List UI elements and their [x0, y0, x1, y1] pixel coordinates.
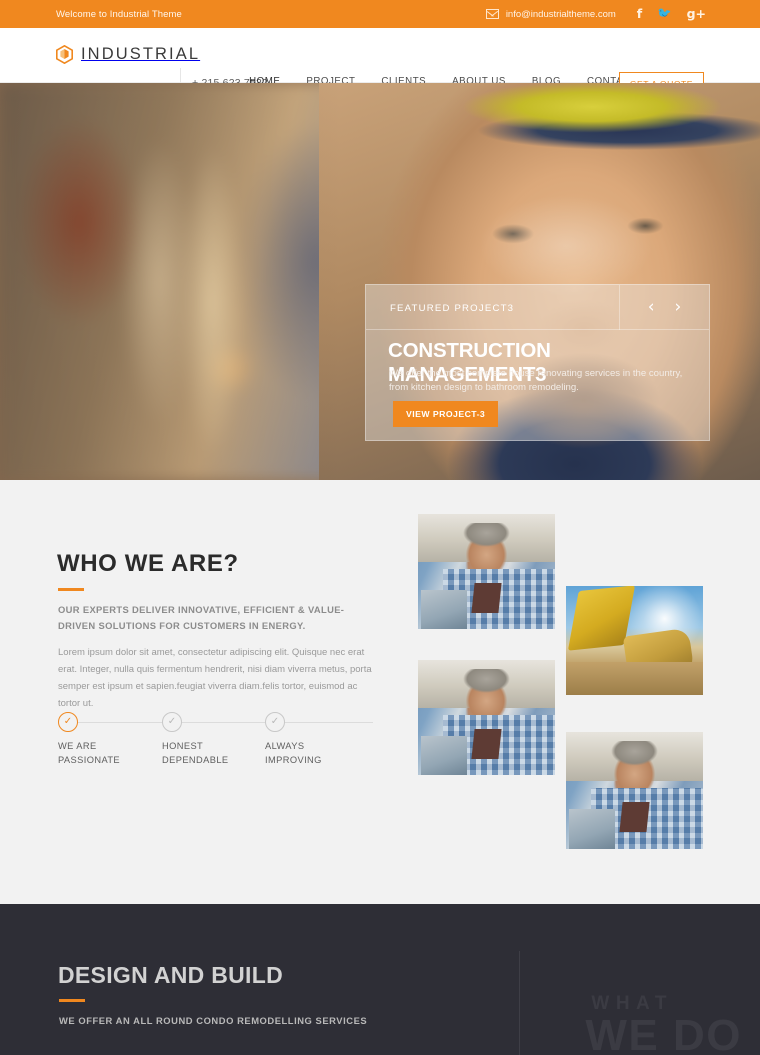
- welcome-text: Welcome to Industrial Theme: [56, 8, 182, 20]
- check-circle-icon: ✓: [265, 712, 285, 732]
- photo-gallery: [0, 480, 760, 904]
- hero-slider: FEATURED PROJECT3 ‹ › CONSTRUCTION MANAG…: [0, 83, 760, 480]
- gallery-photo[interactable]: [418, 514, 555, 629]
- next-arrow-icon[interactable]: ›: [675, 299, 682, 316]
- hero-slider-controls: ‹ ›: [619, 285, 709, 330]
- envelope-icon: [485, 9, 499, 19]
- twitter-icon[interactable]: 🐦: [657, 8, 671, 20]
- view-project-button[interactable]: VIEW PROJECT-3: [393, 401, 499, 427]
- social-links: f 🐦 g+: [637, 7, 706, 21]
- top-bar-right: info@industrialtheme.com f 🐦 g+: [485, 7, 706, 21]
- top-bar: Welcome to Industrial Theme info@industr…: [0, 0, 760, 28]
- check-circle-icon: ✓: [162, 712, 182, 732]
- who-we-are-section: WHO WE ARE? OUR EXPERTS DELIVER INNOVATI…: [0, 480, 760, 904]
- hero-caption-header: FEATURED PROJECT3 ‹ ›: [366, 285, 709, 330]
- step-item[interactable]: ✓ ALWAYS IMPROVING: [265, 712, 321, 765]
- design-and-build-section: DESIGN AND BUILD WE OFFER AN ALL ROUND C…: [0, 904, 760, 1055]
- step-item[interactable]: ✓ HONEST DEPENDABLE: [162, 712, 228, 765]
- email-link[interactable]: info@industrialtheme.com: [485, 8, 616, 20]
- vertical-divider: [519, 951, 520, 1055]
- watermark-big: WE DO: [585, 1010, 742, 1055]
- prev-arrow-icon[interactable]: ‹: [648, 299, 655, 316]
- site-logo[interactable]: INDUSTRIAL: [56, 44, 201, 65]
- email-address: info@industrialtheme.com: [505, 8, 616, 20]
- step-item[interactable]: ✓ WE ARE PASSIONATE: [58, 712, 120, 765]
- hero-slide-label: FEATURED PROJECT3: [390, 303, 515, 314]
- gallery-photo[interactable]: [566, 732, 703, 849]
- page-root: Welcome to Industrial Theme info@industr…: [0, 0, 760, 1055]
- gallery-photo[interactable]: [418, 660, 555, 775]
- hero-description: We offer the most complete house renovat…: [389, 368, 683, 393]
- watermark-text: WHAT WE DO: [585, 994, 742, 1055]
- watermark-small: WHAT: [591, 992, 673, 1014]
- check-circle-icon: ✓: [58, 712, 78, 732]
- main-navigation: INDUSTRIAL + 215 623 7532 HOME PROJECT C…: [0, 28, 760, 96]
- dark-title-underline: [59, 999, 85, 1002]
- gallery-photo[interactable]: [566, 586, 703, 695]
- hexagon-logo-icon: [56, 44, 74, 65]
- google-plus-icon[interactable]: g+: [687, 7, 706, 21]
- logo-text: INDUSTRIAL: [81, 45, 201, 63]
- hero-caption-box: FEATURED PROJECT3 ‹ › CONSTRUCTION MANAG…: [365, 284, 710, 441]
- dark-section-subtitle: WE OFFER AN ALL ROUND CONDO REMODELLING …: [59, 1015, 368, 1026]
- facebook-icon[interactable]: f: [637, 7, 642, 21]
- dark-section-title: DESIGN AND BUILD: [58, 962, 284, 988]
